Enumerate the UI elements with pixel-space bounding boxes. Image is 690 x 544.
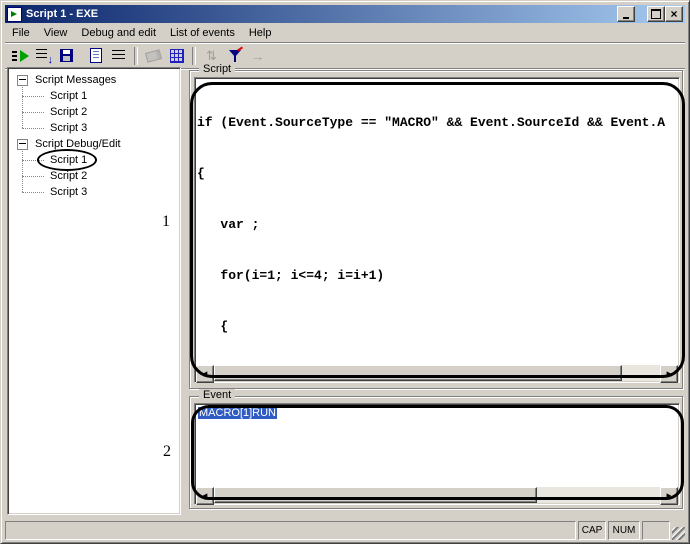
tree-item-label: Script 2 (48, 106, 89, 118)
app-window: Script 1 - EXE × File View Debug and edi… (0, 0, 690, 544)
collapse-toggle-icon[interactable] (17, 75, 28, 86)
scrollbar-thumb[interactable] (214, 487, 537, 503)
step-icon: ⇅ (206, 49, 217, 62)
code-line: { (197, 318, 677, 335)
tree-item[interactable]: Script 1 (8, 88, 180, 104)
erase-icon (145, 49, 162, 63)
status-message-panel (5, 521, 576, 540)
scroll-left-button[interactable]: ◄ (196, 365, 214, 383)
run-icon (12, 50, 29, 62)
caps-lock-indicator: CAP (578, 521, 606, 540)
code-line: for(i=1; i<=4; i=i+1) (197, 267, 677, 284)
event-list-icon (112, 50, 125, 61)
tree-item-label: Script Debug/Edit (33, 138, 123, 150)
event-text: MACRO[1]RUN (198, 407, 277, 419)
tree-item-label: Script 3 (48, 186, 89, 198)
close-icon: × (670, 9, 677, 19)
window-icon (7, 7, 22, 22)
load-script-button[interactable] (32, 45, 55, 67)
selected-event-text: MACRO[1]RUN (198, 407, 277, 419)
menu-item-debug-and-edit[interactable]: Debug and edit (74, 25, 163, 42)
grid-icon (170, 49, 184, 63)
event-groupbox-title: Event (199, 389, 235, 401)
script-code-editor[interactable]: if (Event.SourceType == "MACRO" && Event… (194, 77, 680, 383)
tree-item[interactable]: Script 3 (8, 184, 180, 200)
resize-grip[interactable] (672, 527, 685, 540)
title-bar[interactable]: Script 1 - EXE × (5, 5, 685, 23)
menu-item-list-of-events[interactable]: List of events (163, 25, 242, 42)
code-line: var ; (197, 216, 677, 233)
event-groupbox: Event MACRO[1]RUN ◄ ► (189, 389, 683, 509)
tree-item-label: Script 1 (48, 90, 89, 102)
event-text-area[interactable]: MACRO[1]RUN ◄ ► (194, 403, 680, 505)
event-list-button[interactable] (107, 45, 130, 67)
num-lock-indicator: NUM (608, 521, 640, 540)
tree-item[interactable]: Script 2 (8, 104, 180, 120)
script-code-text[interactable]: if (Event.SourceType == "MACRO" && Event… (197, 80, 677, 364)
maximize-button[interactable] (647, 6, 665, 22)
menu-bar: File View Debug and edit List of events … (5, 24, 685, 42)
tree-group-script-debug-edit: Script Debug/Edit Script 1 Script 2 Scri… (8, 136, 180, 200)
close-button[interactable]: × (665, 6, 683, 22)
minimize-icon (623, 17, 629, 19)
menu-item-file[interactable]: File (5, 25, 37, 42)
script-tree-panel[interactable]: Script Messages Script 1 Script 2 Script… (7, 67, 181, 515)
save-button[interactable] (55, 45, 78, 67)
load-script-icon (36, 49, 51, 62)
script-groupbox: Script if (Event.SourceType == "MACRO" &… (189, 63, 683, 389)
edit-script-button[interactable] (84, 45, 107, 67)
tree-item[interactable]: Script 1 (8, 152, 180, 168)
collapse-toggle-icon[interactable] (17, 139, 28, 150)
run-button[interactable] (9, 45, 32, 67)
go-icon: → (251, 49, 265, 63)
menu-item-view[interactable]: View (37, 25, 75, 42)
scrollbar-track[interactable] (214, 365, 660, 381)
erase-button[interactable] (142, 45, 165, 67)
menu-item-help[interactable]: Help (242, 25, 279, 42)
event-horizontal-scrollbar[interactable]: ◄ ► (196, 487, 678, 503)
save-icon (60, 49, 73, 62)
scroll-lock-indicator (642, 521, 670, 540)
window-title: Script 1 - EXE (26, 8, 617, 20)
status-bar: CAP NUM (5, 519, 685, 540)
tree-item-label: Script 2 (48, 170, 89, 182)
maximize-icon (651, 9, 661, 19)
code-line: if (Event.SourceType == "MACRO" && Event… (197, 114, 677, 131)
filter-icon (228, 49, 242, 63)
scroll-left-button[interactable]: ◄ (196, 487, 214, 505)
code-horizontal-scrollbar[interactable]: ◄ ► (196, 365, 678, 381)
tree-item[interactable]: Script 3 (8, 120, 180, 136)
edit-script-icon (90, 48, 102, 63)
minimize-button[interactable] (617, 6, 635, 22)
tree-item-label: Script 3 (48, 122, 89, 134)
script-groupbox-title: Script (199, 63, 235, 75)
grid-button[interactable] (165, 45, 188, 67)
scroll-right-button[interactable]: ► (660, 365, 678, 383)
tree-item-label: Script 1 (48, 154, 89, 166)
code-line: { (197, 165, 677, 182)
scrollbar-thumb[interactable] (214, 365, 622, 381)
toolbar-separator (192, 47, 196, 65)
tree-item-script-debug-edit[interactable]: Script Debug/Edit (8, 136, 180, 152)
tree-item-label: Script Messages (33, 74, 118, 86)
tree-group-script-messages: Script Messages Script 1 Script 2 Script… (8, 72, 180, 136)
tree-item-script-messages[interactable]: Script Messages (8, 72, 180, 88)
scrollbar-track[interactable] (214, 487, 660, 503)
scroll-right-button[interactable]: ► (660, 487, 678, 505)
tree-item[interactable]: Script 2 (8, 168, 180, 184)
toolbar-separator (134, 47, 138, 65)
